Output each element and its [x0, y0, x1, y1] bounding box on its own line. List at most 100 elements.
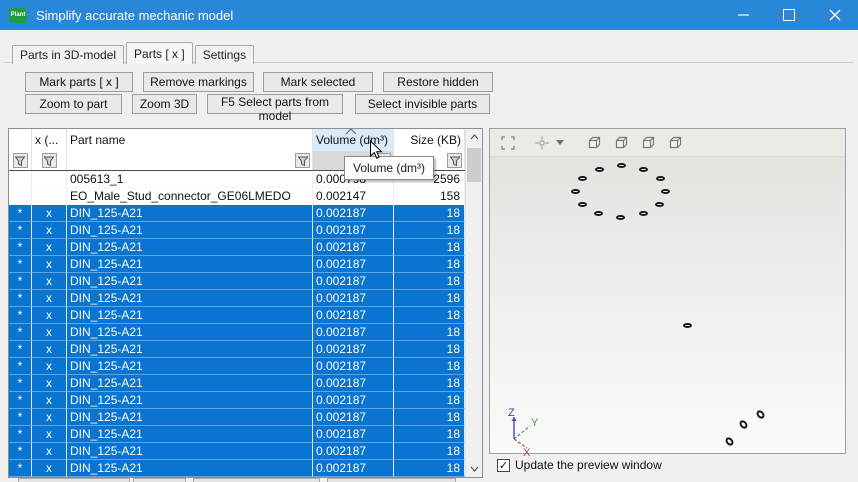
mark-parts-button[interactable]: Mark parts [ x ] [25, 72, 133, 92]
cell-marker: * [9, 392, 32, 409]
table-row[interactable]: *xDIN_125-A210.00218718 [9, 460, 466, 477]
filter-funnel-button[interactable] [295, 153, 310, 168]
filter-funnel-button[interactable] [13, 153, 28, 168]
cell-volume: 0.002187 [313, 239, 394, 256]
view-preset-1-icon [585, 135, 602, 151]
filter-funnel-button[interactable] [447, 153, 462, 168]
scrollbar-thumb[interactable] [467, 148, 481, 182]
partial-button[interactable] [193, 478, 320, 482]
partial-button[interactable] [18, 478, 130, 482]
restore-hidden-button[interactable]: Restore hidden [383, 72, 493, 92]
dropdown-arrow-icon [556, 140, 564, 145]
mouse-cursor [369, 140, 384, 161]
table-row[interactable]: *xDIN_125-A210.00218718 [9, 358, 466, 375]
table-row[interactable]: *xDIN_125-A210.00218718 [9, 443, 466, 460]
cell-part-name: EO_Male_Stud_connector_GE06LMEDO [67, 188, 313, 205]
cell-part-name: DIN_125-A21 [67, 273, 313, 290]
remove-markings-button[interactable]: Remove markings [143, 72, 254, 92]
orbit-dropdown-button[interactable] [556, 140, 564, 145]
table-body: 005613_10.0007982596EO_Male_Stud_connect… [9, 171, 466, 477]
cell-x: x [32, 358, 67, 375]
cell-x: x [32, 324, 67, 341]
cell-part-name: DIN_125-A21 [67, 324, 313, 341]
table-row[interactable]: *xDIN_125-A210.00218718 [9, 426, 466, 443]
zoom-to-part-button[interactable]: Zoom to part [25, 94, 122, 114]
mark-selected-button[interactable]: Mark selected [263, 72, 373, 92]
cell-size: 18 [394, 307, 465, 324]
update-preview-label: Update the preview window [515, 458, 662, 472]
column-header-marker[interactable] [9, 129, 32, 151]
table-row[interactable]: *xDIN_125-A210.00218718 [9, 409, 466, 426]
table-row[interactable]: *xDIN_125-A210.00218718 [9, 341, 466, 358]
cell-size: 18 [394, 392, 465, 409]
close-button[interactable] [812, 0, 858, 30]
cell-part-name: DIN_125-A21 [67, 239, 313, 256]
cell-x: x [32, 426, 67, 443]
table-row[interactable]: *xDIN_125-A210.00218718 [9, 256, 466, 273]
table-vertical-scrollbar[interactable] [465, 129, 482, 477]
cell-x: x [32, 460, 67, 477]
cell-part-name: DIN_125-A21 [67, 392, 313, 409]
column-header-size[interactable]: Size (KB) [394, 129, 465, 151]
cell-volume: 0.002187 [313, 375, 394, 392]
cell-size: 18 [394, 426, 465, 443]
view-preset-3-button[interactable] [639, 135, 656, 151]
select-invisible-parts-button[interactable]: Select invisible parts [355, 94, 490, 114]
update-preview-checkbox[interactable]: ✓ [497, 459, 510, 472]
tab-parts-in-3d-model[interactable]: Parts in 3D-model [12, 45, 124, 64]
table-row[interactable]: *xDIN_125-A210.00218718 [9, 222, 466, 239]
fit-view-button[interactable] [500, 135, 516, 151]
cell-size: 18 [394, 290, 465, 307]
cell-volume: 0.002187 [313, 426, 394, 443]
cell-size: 18 [394, 256, 465, 273]
minimize-button[interactable] [720, 0, 766, 30]
cell-size: 18 [394, 443, 465, 460]
f5-select-parts-button[interactable]: F5 Select parts from model [207, 94, 343, 114]
filter-funnel-icon [43, 155, 55, 167]
filter-cell-part-name[interactable] [67, 151, 313, 170]
table-row[interactable]: *xDIN_125-A210.00218718 [9, 290, 466, 307]
view-preset-2-button[interactable] [612, 135, 629, 151]
filter-funnel-icon [297, 155, 309, 167]
table-row[interactable]: *xDIN_125-A210.00218718 [9, 307, 466, 324]
zoom-3d-button[interactable]: Zoom 3D [132, 94, 197, 114]
partial-button[interactable] [327, 478, 456, 482]
table-row[interactable]: *xDIN_125-A210.00218718 [9, 375, 466, 392]
table-row[interactable]: *xDIN_125-A210.00218718 [9, 239, 466, 256]
orbit-icon [535, 136, 549, 150]
orbit-button[interactable] [535, 136, 549, 150]
scroll-up-button[interactable] [466, 129, 482, 145]
cell-size: 18 [394, 460, 465, 477]
view-preset-4-button[interactable] [666, 135, 683, 151]
maximize-button[interactable] [766, 0, 812, 30]
cell-size: 18 [394, 324, 465, 341]
column-header-part-name[interactable]: Part name [67, 129, 313, 151]
cell-volume: 0.002187 [313, 205, 394, 222]
column-tooltip: Volume (dm³) [344, 156, 434, 180]
tab-settings[interactable]: Settings [195, 45, 254, 64]
partial-button[interactable] [133, 478, 186, 482]
cell-part-name: DIN_125-A21 [67, 256, 313, 273]
cell-volume: 0.002187 [313, 341, 394, 358]
cell-part-name: DIN_125-A21 [67, 290, 313, 307]
cell-part-name: DIN_125-A21 [67, 222, 313, 239]
table-row[interactable]: EO_Male_Stud_connector_GE06LMEDO0.002147… [9, 188, 466, 205]
cell-size: 18 [394, 375, 465, 392]
app-icon: Plant [9, 8, 27, 23]
cell-x: x [32, 409, 67, 426]
filter-funnel-icon [449, 155, 461, 167]
cell-x: x [32, 375, 67, 392]
tab-parts-x[interactable]: Parts [ x ] [126, 42, 193, 64]
filter-funnel-button[interactable] [42, 153, 57, 168]
cell-volume: 0.002187 [313, 443, 394, 460]
table-row[interactable]: *xDIN_125-A210.00218718 [9, 205, 466, 222]
table-row[interactable]: *xDIN_125-A210.00218718 [9, 324, 466, 341]
column-header-x[interactable]: x (... [32, 129, 67, 151]
table-row[interactable]: *xDIN_125-A210.00218718 [9, 392, 466, 409]
titlebar: Plant Simplify accurate mechanic model [0, 0, 858, 30]
cell-volume: 0.002187 [313, 222, 394, 239]
scroll-down-button[interactable] [466, 461, 482, 477]
filter-cell-x [32, 151, 67, 170]
table-row[interactable]: *xDIN_125-A210.00218718 [9, 273, 466, 290]
view-preset-1-button[interactable] [585, 135, 602, 151]
